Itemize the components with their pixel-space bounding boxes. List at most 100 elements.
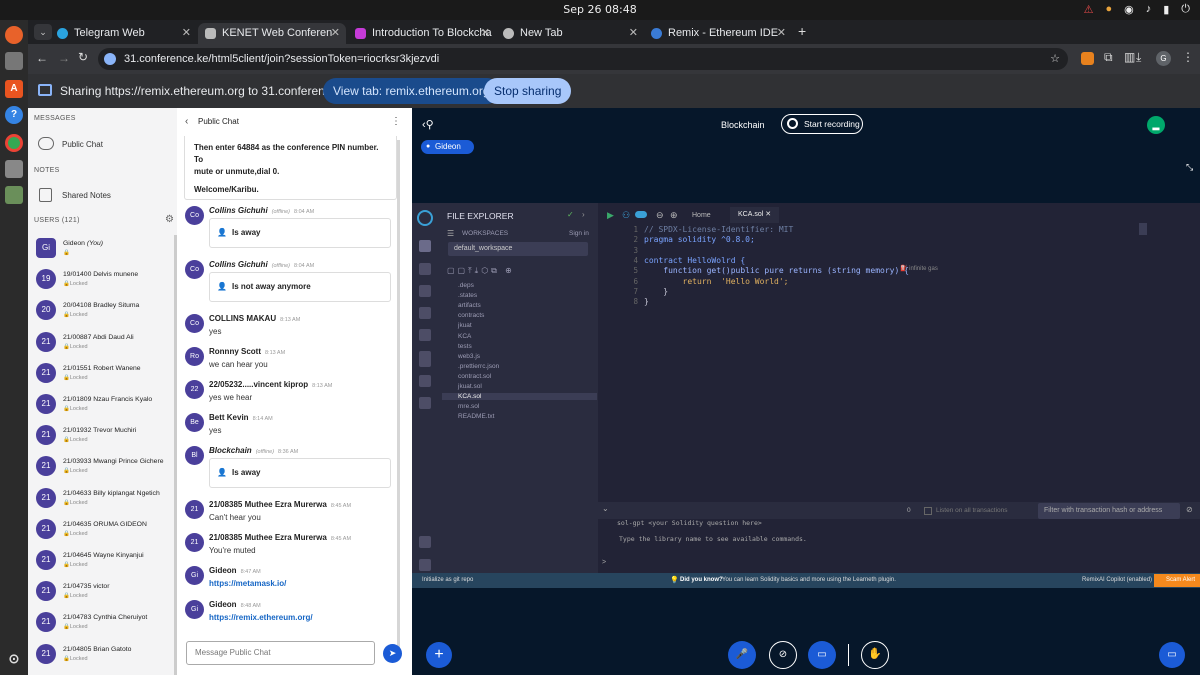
user-list-item[interactable]: 21 21/01551 Robert Wanene 🔒Locked <box>36 362 176 393</box>
sign-in-link[interactable]: Sign in <box>569 230 589 237</box>
microphone-toggle-button[interactable]: 🎤 <box>728 641 756 669</box>
solidity-compiler-icon[interactable] <box>419 285 431 297</box>
close-panel-icon[interactable]: › <box>582 210 585 219</box>
close-icon[interactable]: ✕ <box>331 23 340 44</box>
close-icon[interactable]: ✕ <box>629 23 638 44</box>
connection-status-icon[interactable]: ▂ <box>1147 116 1165 134</box>
file-tree-item[interactable]: KCA <box>458 333 471 340</box>
raise-hand-button[interactable]: ✋ <box>861 641 889 669</box>
view-tab-button[interactable]: View tab: remix.ethereum.org <box>323 78 500 104</box>
download-icon[interactable]: ⤓ <box>1136 50 1141 65</box>
show-apps-icon[interactable]: ⊙ <box>5 650 23 668</box>
zoom-out-icon[interactable]: ⊖ <box>656 210 664 221</box>
file-tree-item[interactable]: jkuat <box>458 322 472 329</box>
close-icon[interactable]: ✕ <box>481 23 490 44</box>
new-tab-button[interactable]: + <box>798 23 806 39</box>
toggle-icon[interactable] <box>635 211 647 218</box>
copilot-status[interactable]: RemixAI Copilot (enabled) <box>1082 577 1152 583</box>
git-icon[interactable] <box>419 375 431 387</box>
search-icon[interactable] <box>419 263 431 275</box>
browser-menu-icon[interactable]: ⋮ <box>1182 50 1194 64</box>
microphone-icon[interactable]: ● <box>1105 3 1112 16</box>
terminal-prompt[interactable]: > <box>602 559 606 566</box>
close-icon[interactable]: ✕ <box>182 23 191 44</box>
kca-file-tab[interactable]: KCA.sol ✕ <box>730 207 780 223</box>
tab-remix[interactable]: Remix - Ethereum IDE ✕ <box>644 23 792 44</box>
user-list-item[interactable]: 21 21/04635 ORUMA GIDEON 🔒Locked <box>36 518 176 549</box>
alert-icon[interactable]: ⚠ <box>1084 3 1094 16</box>
scam-alert-button[interactable]: Scam Alert <box>1154 574 1200 587</box>
file-tree-item[interactable]: .states <box>458 292 477 299</box>
chat-scrollbar[interactable] <box>397 140 400 655</box>
public-chat-link[interactable]: Public Chat <box>62 140 103 149</box>
wifi-icon[interactable]: ◉ <box>1124 3 1134 16</box>
file-tree-item[interactable]: contract.sol <box>458 373 491 380</box>
remix-logo-icon[interactable] <box>417 210 433 226</box>
user-list-item[interactable]: 19 19/01400 Delvis munene 🔒Locked <box>36 269 176 299</box>
shared-notes-link[interactable]: Shared Notes <box>62 191 111 200</box>
battery-icon[interactable]: ▮ <box>1163 3 1169 16</box>
file-tree-item[interactable]: web3.js <box>458 353 480 360</box>
message-input[interactable]: Message Public Chat <box>186 641 375 665</box>
tab-new-tab[interactable]: New Tab ✕ <box>496 23 644 44</box>
power-icon[interactable]: ⏻ <box>1181 3 1190 16</box>
actions-plus-button[interactable]: + <box>426 642 452 668</box>
user-list-item[interactable]: 21 21/01932 Trevor Muchiri 🔒Locked <box>36 425 176 455</box>
file-tree-item[interactable]: artifacts <box>458 302 481 309</box>
presenter-badge[interactable]: ● Gideon <box>421 140 474 154</box>
files-icon[interactable] <box>5 52 23 70</box>
file-tree-item[interactable]: .deps <box>458 282 474 289</box>
software-center-icon[interactable]: A <box>5 80 23 98</box>
trash-icon[interactable] <box>5 186 23 204</box>
user-list-item[interactable]: 21 21/04805 Brian Gatoto 🔒Locked <box>36 643 176 674</box>
editor-scrollbar[interactable] <box>1139 223 1147 235</box>
webcam-toggle-button[interactable]: ⊘ <box>769 641 797 669</box>
file-tree-item[interactable]: tests <box>458 343 472 350</box>
message-link[interactable]: https://remix.ethereum.org/ <box>209 613 313 622</box>
test-icon[interactable] <box>419 355 431 367</box>
start-recording-button[interactable]: Start recording <box>781 114 863 134</box>
user-list-item[interactable]: 21 21/04783 Cynthia Cheruiyot 🔒Locked <box>36 612 176 642</box>
file-tree-item[interactable]: README.txt <box>458 413 494 420</box>
chrome-icon[interactable] <box>5 134 23 152</box>
url-input[interactable]: 31.conference.ke/html5client/join?sessio… <box>98 48 1068 70</box>
user-list-item[interactable]: 20 20/04108 Bradley Situma 🔒Locked <box>36 300 176 330</box>
sidepanel-icon[interactable]: ▥ <box>1124 50 1135 64</box>
file-tree-item[interactable]: jkuat.sol <box>458 383 482 390</box>
fullscreen-icon[interactable]: ⤡ <box>1186 162 1193 173</box>
hamburger-icon[interactable]: ☰ <box>447 229 454 238</box>
terminal-clear-icon[interactable]: ⊘ <box>1186 505 1193 514</box>
file-explorer-icon[interactable] <box>419 240 431 252</box>
user-settings-gear-icon[interactable]: ⚙ <box>165 214 174 225</box>
deploy-run-icon[interactable] <box>419 307 431 319</box>
file-tree-item[interactable]: KCA.sol <box>442 393 597 401</box>
user-list-item[interactable]: 21 21/01809 Nzau Francis Kyalo 🔒Locked <box>36 394 176 424</box>
send-button[interactable]: ➤ <box>383 644 402 663</box>
chat-title[interactable]: Public Chat <box>198 117 239 126</box>
user-list-item[interactable]: 21 21/04645 Wayne Kinyanjui 🔒Locked <box>36 550 176 580</box>
file-action-icons[interactable]: ▢▢⤒⤓⬡⧉ ⊕ <box>447 266 515 276</box>
presentation-restore-button[interactable]: ▭ <box>1159 642 1185 668</box>
screenshare-toggle-button[interactable]: ▭ <box>808 641 836 669</box>
file-tree-item[interactable]: .prettierrc.json <box>458 363 499 370</box>
user-list-item[interactable]: 21 21/03933 Mwangi Prince Gichere 🔒Locked <box>36 456 176 486</box>
listen-checkbox[interactable] <box>924 507 932 515</box>
transaction-filter-input[interactable]: Filter with transaction hash or address <box>1038 503 1180 519</box>
chat-options-icon[interactable]: ⋮ <box>391 116 401 127</box>
bookmark-star-icon[interactable]: ☆ <box>1050 48 1060 70</box>
home-tab[interactable]: Home <box>684 208 719 223</box>
zoom-in-icon[interactable]: ⊕ <box>670 210 678 221</box>
workspace-select[interactable]: default_workspace <box>448 242 588 256</box>
system-tray[interactable]: ⚠ ● ◉ ♪ ▮ ⏻ <box>1084 3 1190 16</box>
close-icon[interactable]: ✕ <box>777 23 786 44</box>
reload-button[interactable]: ↻ <box>78 50 88 64</box>
file-tree-item[interactable]: mre.sol <box>458 403 479 410</box>
user-menu-icon[interactable]: ‹⚲ <box>422 118 434 131</box>
stop-sharing-button[interactable]: Stop sharing <box>484 78 572 104</box>
settings-icon[interactable] <box>5 160 23 178</box>
message-link[interactable]: https://metamask.io/ <box>209 579 286 588</box>
back-button[interactable]: ← <box>36 51 48 65</box>
plugin-manager-icon[interactable] <box>419 536 431 548</box>
terminal-collapse-icon[interactable]: ⌄ <box>602 504 609 513</box>
extensions-icon[interactable]: ⧉ <box>1104 50 1113 65</box>
